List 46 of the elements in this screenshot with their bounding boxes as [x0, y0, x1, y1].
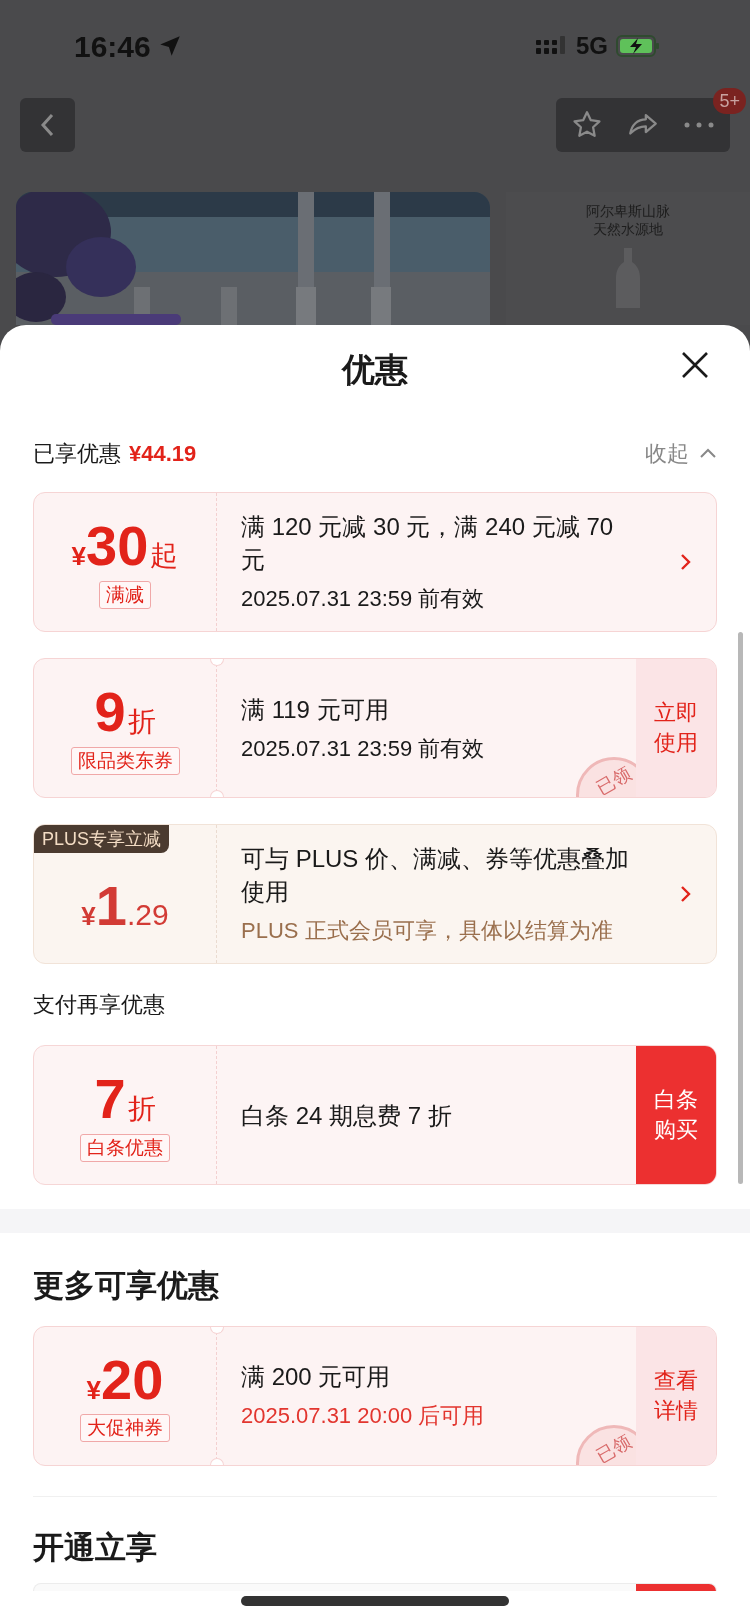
saved-amount: ¥44.19 [129, 439, 197, 468]
coupon-validity: PLUS 正式会员可享，具体以结算为准 [241, 917, 614, 945]
close-icon[interactable] [680, 350, 710, 380]
chevron-right-icon[interactable] [680, 552, 692, 572]
coupon-card[interactable]: 7折 白条优惠 白条 24 期息费 7 折 白条购买 [33, 1045, 717, 1185]
saved-label: 已享优惠 [33, 439, 121, 468]
section-subtitle: 支付再享优惠 [33, 992, 165, 1017]
coupon-tag: 大促神券 [80, 1413, 170, 1442]
coupon-value: 9折 [94, 681, 156, 743]
coupon-action-button[interactable]: 查看详情 [636, 1326, 716, 1465]
ticket-notch [210, 790, 224, 797]
coupon-card[interactable]: 9折 限品类东券 满 119 元可用 2025.07.31 23:59 前有效 已领 立即使用 [33, 658, 717, 798]
ticket-notch [210, 1457, 224, 1465]
collapse-button[interactable]: 收起 [645, 436, 717, 470]
coupon-card[interactable]: ¥20 大促神券 满 200 元可用 2025.07.31 20:00 后可用 已领 查看详情 [33, 1325, 717, 1466]
coupon-card[interactable] [33, 1583, 717, 1591]
coupon-tag: 满减 [99, 580, 151, 609]
plus-badge: PLUS专享立减 [34, 825, 170, 853]
coupon-card[interactable]: ¥30起 满减 满 120 元减 30 元，满 240 元减 70 元 2025.07.31 23:59 前有效 [33, 492, 717, 632]
coupon-tag: 白条优惠 [80, 1133, 170, 1162]
chevron-up-icon [699, 447, 717, 459]
coupon-card[interactable]: PLUS专享立减 ¥1.29 可与 PLUS 价、满减、券等优惠叠加使用 PLUS 正式会员可享，具体以结算为准 [33, 824, 717, 964]
chevron-right-icon[interactable] [680, 884, 692, 904]
back-button[interactable] [20, 98, 75, 152]
coupon-value: ¥20 [86, 1349, 164, 1410]
coupon-value: ¥30起 [71, 515, 179, 577]
battery-charging-icon [616, 34, 660, 58]
coupon-action-button[interactable]: 白条购买 [636, 1046, 716, 1184]
coupon-validity: 2025.07.31 23:59 前有效 [241, 585, 486, 613]
coupon-description: 满 200 元可用 [241, 1362, 392, 1392]
sheet-title: 优惠 [342, 350, 408, 391]
notification-badge: 5+ [713, 88, 746, 114]
status-time: 16:46 [74, 28, 151, 65]
network-label: 5G [576, 31, 608, 61]
coupon-action-button[interactable]: 立即使用 [636, 659, 716, 797]
coupon-validity: 2025.07.31 20:00 后可用 [241, 1402, 486, 1430]
section-title: 更多可享优惠 [33, 1268, 219, 1303]
coupon-value: 7折 [94, 1068, 156, 1130]
coupon-description: 满 120 元减 30 元，满 240 元减 70 元 [241, 512, 615, 575]
coupon-tag: 限品类东券 [70, 746, 180, 775]
section-title: 开通立享 [33, 1529, 157, 1565]
coupon-value: ¥1.29 [81, 875, 169, 937]
coupon-description: 白条 24 期息费 7 折 [241, 1100, 453, 1131]
coupon-validity: 2025.07.31 23:59 前有效 [241, 734, 486, 763]
coupon-description: 满 119 元可用 [241, 694, 390, 725]
coupon-description: 可与 PLUS 价、满减、券等优惠叠加使用 [241, 844, 631, 907]
